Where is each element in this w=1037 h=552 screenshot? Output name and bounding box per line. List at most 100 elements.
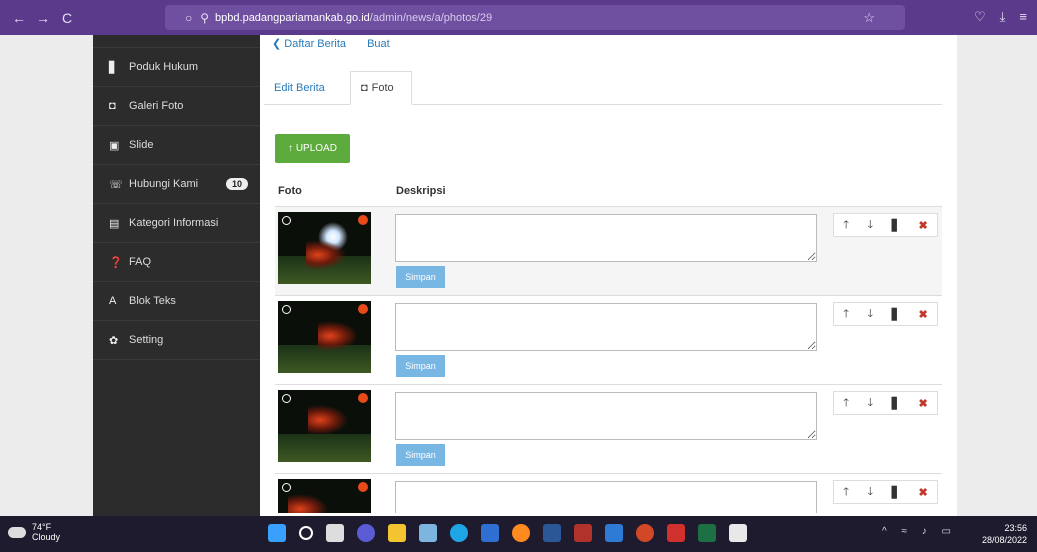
sidebar-item-kategori-informasi[interactable]: ▤ Kategori Informasi xyxy=(93,204,260,243)
battery-icon[interactable]: ▭ xyxy=(942,526,957,537)
lock-icon: ⚲ xyxy=(200,10,210,25)
save-button[interactable]: Simpan xyxy=(396,266,445,288)
gallery-icon[interactable] xyxy=(605,524,623,542)
snipping-tool-icon[interactable] xyxy=(729,524,747,542)
create-news-link[interactable]: Buat xyxy=(367,38,390,50)
arrow-down-icon[interactable]: 🡓 xyxy=(867,483,873,502)
menu-icon[interactable]: ≡ xyxy=(1019,9,1027,25)
sidebar-item-label: Galeri Foto xyxy=(129,100,184,112)
reload-button[interactable]: C xyxy=(56,10,78,26)
description-textarea[interactable] xyxy=(395,481,817,513)
store-icon[interactable] xyxy=(481,524,499,542)
tab-bar: Edit Berita ◘ Foto xyxy=(264,71,942,105)
upload-button[interactable]: ↑ UPLOAD xyxy=(275,134,350,163)
arrow-up-icon[interactable]: 🡑 xyxy=(843,394,849,413)
powerpoint-icon[interactable] xyxy=(636,524,654,542)
gear-icon: ✿ xyxy=(109,334,119,347)
save-icon[interactable]: ▋ xyxy=(892,486,900,499)
delete-icon[interactable]: ✖ xyxy=(919,397,928,410)
task-view-icon[interactable] xyxy=(326,524,344,542)
search-icon[interactable] xyxy=(299,526,313,540)
clock-time: 23:56 xyxy=(1004,523,1027,533)
chat-icon[interactable] xyxy=(357,524,375,542)
column-header-foto: Foto xyxy=(278,185,302,197)
winrar-icon[interactable] xyxy=(574,524,592,542)
main-content: ❮ Daftar Berita Buat Edit Berita ◘ Foto … xyxy=(260,35,957,516)
page: ▋ Poduk Hukum ◘ Galeri Foto ▣ Slide ☏ Hu… xyxy=(0,35,1037,516)
arrow-up-icon[interactable]: 🡑 xyxy=(843,216,849,235)
taskbar-apps xyxy=(268,524,747,542)
clock[interactable]: 23:56 28/08/2022 xyxy=(982,522,1027,546)
clock-date: 28/08/2022 xyxy=(981,535,1027,545)
photo-thumbnail xyxy=(278,479,371,513)
volume-icon[interactable]: ♪ xyxy=(922,526,933,537)
sidebar-item-galeri-foto[interactable]: ◘ Galeri Foto xyxy=(93,87,260,126)
description-textarea[interactable] xyxy=(395,392,817,440)
pocket-icon[interactable]: ♡ xyxy=(974,9,986,25)
save-button[interactable]: Simpan xyxy=(396,444,445,466)
browser-right-icons: ♡ ⤓ ≡ xyxy=(974,9,1027,25)
phone-icon: ☏ xyxy=(109,178,123,191)
acrobat-icon[interactable] xyxy=(667,524,685,542)
arrow-down-icon[interactable]: 🡓 xyxy=(867,216,873,235)
sidebar-item-label: Setting xyxy=(129,334,164,346)
back-button[interactable]: ← xyxy=(8,10,30,26)
weather-condition: Cloudy xyxy=(32,532,61,542)
sidebar-item-label: Slide xyxy=(129,139,154,151)
windows-start-icon[interactable] xyxy=(268,524,286,542)
sidebar-item-produk-hukum[interactable]: ▋ Poduk Hukum xyxy=(93,48,260,87)
description-textarea[interactable] xyxy=(395,303,817,351)
address-bar[interactable]: ○ ⚲ bpbd.padangpariamankab.go.id /admin/… xyxy=(165,5,905,30)
arrow-up-icon[interactable]: 🡑 xyxy=(843,483,849,502)
tab-foto-label: Foto xyxy=(371,82,394,94)
row-actions: 🡑 🡓 ▋ ✖ xyxy=(833,391,938,415)
tab-foto[interactable]: ◘ Foto xyxy=(350,71,412,105)
save-icon[interactable]: ▋ xyxy=(892,397,900,410)
sidebar-item-slide[interactable]: ▣ Slide xyxy=(93,126,260,165)
delete-icon[interactable]: ✖ xyxy=(919,219,928,232)
delete-icon[interactable]: ✖ xyxy=(919,486,928,499)
cloud-icon xyxy=(8,526,26,538)
excel-icon[interactable] xyxy=(698,524,716,542)
file-explorer-icon[interactable] xyxy=(388,524,406,542)
word-icon[interactable] xyxy=(543,524,561,542)
row-actions: 🡑 🡓 ▋ ✖ xyxy=(833,302,938,326)
photo-table: Simpan 🡑 🡓 ▋ ✖ Simpan 🡑 🡓 ▋ ✖ Simpan 🡑 🡓… xyxy=(275,206,942,513)
table-row: 🡑 🡓 ▋ ✖ xyxy=(275,473,942,513)
delete-icon[interactable]: ✖ xyxy=(919,308,928,321)
arrow-down-icon[interactable]: 🡓 xyxy=(867,305,873,324)
save-icon[interactable]: ▋ xyxy=(892,308,900,321)
url-host: bpbd.padangpariamankab.go.id xyxy=(215,11,370,24)
breadcrumb: ❮ Daftar Berita Buat xyxy=(272,37,408,50)
firefox-icon[interactable] xyxy=(512,524,530,542)
url-path: /admin/news/a/photos/29 xyxy=(369,11,493,24)
back-to-news-list-link[interactable]: ❮ Daftar Berita xyxy=(272,38,346,50)
sidebar-item-blok-teks[interactable]: A Blok Teks xyxy=(93,282,260,321)
arrow-down-icon[interactable]: 🡓 xyxy=(867,394,873,413)
system-tray: ^ ≈ ♪ ▭ xyxy=(882,526,957,537)
sidebar-item-hubungi-kami[interactable]: ☏ Hubungi Kami 10 xyxy=(93,165,260,204)
camera-icon: ◘ xyxy=(109,100,116,112)
arrow-up-icon[interactable]: 🡑 xyxy=(843,305,849,324)
forward-button[interactable]: → xyxy=(32,10,54,26)
save-icon[interactable]: ▋ xyxy=(892,219,900,232)
edge-icon[interactable] xyxy=(450,524,468,542)
save-button[interactable]: Simpan xyxy=(396,355,445,377)
downloads-icon[interactable]: ⤓ xyxy=(1000,9,1006,25)
description-textarea[interactable] xyxy=(395,214,817,262)
sidebar-item-faq[interactable]: ❓ FAQ xyxy=(93,243,260,282)
row-actions: 🡑 🡓 ▋ ✖ xyxy=(833,213,938,237)
sidebar-item-label: FAQ xyxy=(129,256,152,268)
photos-icon[interactable] xyxy=(419,524,437,542)
sidebar-item-label: Hubungi Kami xyxy=(129,178,199,190)
chevron-up-icon[interactable]: ^ xyxy=(882,526,893,537)
bookmark-star-icon[interactable]: ☆ xyxy=(863,10,875,26)
sidebar-item-setting[interactable]: ✿ Setting xyxy=(93,321,260,360)
tab-edit-berita[interactable]: Edit Berita xyxy=(264,71,335,105)
image-icon: ▣ xyxy=(109,139,120,152)
column-header-deskripsi: Deskripsi xyxy=(396,185,446,197)
weather-temp: 74°F xyxy=(32,522,52,532)
wifi-icon[interactable]: ≈ xyxy=(901,526,913,537)
weather-widget[interactable]: 74°F Cloudy xyxy=(8,522,60,542)
photo-thumbnail xyxy=(278,212,371,284)
